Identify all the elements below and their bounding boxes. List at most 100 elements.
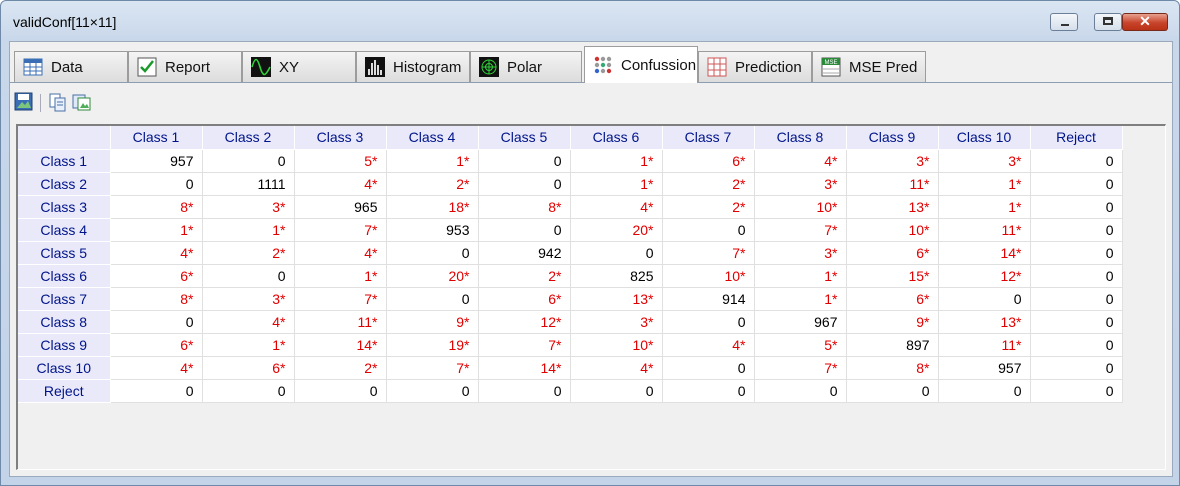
matrix-cell[interactable]: 1111 — [202, 172, 295, 196]
row-header[interactable]: Class 8 — [18, 310, 111, 334]
row-header[interactable]: Class 3 — [18, 195, 111, 219]
matrix-cell[interactable]: 8* — [110, 287, 203, 311]
matrix-cell[interactable]: 0 — [846, 379, 939, 403]
matrix-cell[interactable]: 6* — [110, 333, 203, 357]
matrix-cell[interactable]: 0 — [938, 287, 1031, 311]
row-header[interactable]: Class 10 — [18, 356, 111, 380]
column-header[interactable]: Reject — [1030, 126, 1123, 150]
column-header[interactable]: Class 1 — [110, 126, 203, 150]
matrix-cell[interactable]: 12* — [478, 310, 571, 334]
close-button[interactable]: ✕ — [1122, 13, 1168, 31]
matrix-cell[interactable]: 15* — [846, 264, 939, 288]
matrix-cell[interactable]: 8* — [110, 195, 203, 219]
matrix-cell[interactable]: 0 — [478, 218, 571, 242]
column-header[interactable]: Class 7 — [662, 126, 755, 150]
matrix-cell[interactable]: 10* — [662, 264, 755, 288]
matrix-cell[interactable]: 11* — [938, 333, 1031, 357]
matrix-cell[interactable]: 0 — [110, 310, 203, 334]
matrix-cell[interactable]: 957 — [938, 356, 1031, 380]
matrix-cell[interactable]: 0 — [662, 310, 755, 334]
maximize-button[interactable] — [1094, 13, 1122, 31]
row-header[interactable]: Class 5 — [18, 241, 111, 265]
matrix-cell[interactable]: 2* — [294, 356, 387, 380]
tab-confussion[interactable]: Confussion — [584, 46, 698, 83]
matrix-cell[interactable]: 0 — [1030, 172, 1123, 196]
matrix-cell[interactable]: 11* — [294, 310, 387, 334]
matrix-cell[interactable]: 4* — [294, 241, 387, 265]
matrix-cell[interactable]: 13* — [846, 195, 939, 219]
matrix-cell[interactable]: 0 — [386, 241, 479, 265]
matrix-cell[interactable]: 12* — [938, 264, 1031, 288]
matrix-cell[interactable]: 0 — [662, 379, 755, 403]
matrix-cell[interactable]: 3* — [938, 149, 1031, 173]
matrix-cell[interactable]: 953 — [386, 218, 479, 242]
matrix-cell[interactable]: 0 — [754, 379, 847, 403]
row-header[interactable]: Class 2 — [18, 172, 111, 196]
matrix-cell[interactable]: 4* — [754, 149, 847, 173]
column-header[interactable]: Class 9 — [846, 126, 939, 150]
matrix-cell[interactable]: 0 — [110, 379, 203, 403]
matrix-cell[interactable]: 3* — [570, 310, 663, 334]
matrix-cell[interactable]: 8* — [478, 195, 571, 219]
matrix-cell[interactable]: 3* — [754, 172, 847, 196]
matrix-cell[interactable]: 7* — [478, 333, 571, 357]
matrix-cell[interactable]: 967 — [754, 310, 847, 334]
matrix-cell[interactable]: 1* — [202, 333, 295, 357]
matrix-cell[interactable]: 20* — [386, 264, 479, 288]
matrix-cell[interactable]: 0 — [1030, 195, 1123, 219]
matrix-cell[interactable]: 897 — [846, 333, 939, 357]
matrix-cell[interactable]: 3* — [754, 241, 847, 265]
matrix-cell[interactable]: 1* — [294, 264, 387, 288]
matrix-cell[interactable]: 965 — [294, 195, 387, 219]
matrix-cell[interactable]: 0 — [110, 172, 203, 196]
tab-polar[interactable]: Polar — [470, 51, 582, 82]
matrix-cell[interactable]: 1* — [754, 264, 847, 288]
matrix-cell[interactable]: 4* — [570, 356, 663, 380]
column-header[interactable]: Class 6 — [570, 126, 663, 150]
matrix-cell[interactable]: 11* — [846, 172, 939, 196]
matrix-cell[interactable]: 0 — [1030, 379, 1123, 403]
row-header[interactable]: Class 7 — [18, 287, 111, 311]
matrix-cell[interactable]: 20* — [570, 218, 663, 242]
matrix-cell[interactable]: 1* — [570, 172, 663, 196]
matrix-cell[interactable]: 0 — [570, 379, 663, 403]
matrix-cell[interactable]: 2* — [662, 195, 755, 219]
matrix-cell[interactable]: 0 — [1030, 241, 1123, 265]
column-header[interactable]: Class 4 — [386, 126, 479, 150]
matrix-cell[interactable]: 0 — [202, 379, 295, 403]
tab-xy[interactable]: XY — [242, 51, 356, 82]
matrix-cell[interactable]: 10* — [754, 195, 847, 219]
matrix-cell[interactable]: 0 — [1030, 149, 1123, 173]
matrix-cell[interactable]: 2* — [662, 172, 755, 196]
matrix-cell[interactable]: 0 — [294, 379, 387, 403]
matrix-cell[interactable]: 14* — [478, 356, 571, 380]
confusion-matrix-grid[interactable]: Class 1 Class 2 Class 3 Class 4 Class 5 Class… — [16, 124, 1166, 470]
column-header[interactable]: Class 5 — [478, 126, 571, 150]
matrix-cell[interactable]: 2* — [478, 264, 571, 288]
matrix-cell[interactable]: 0 — [1030, 218, 1123, 242]
matrix-cell[interactable]: 6* — [478, 287, 571, 311]
row-header[interactable]: Reject — [18, 379, 111, 403]
matrix-cell[interactable]: 0 — [202, 264, 295, 288]
matrix-cell[interactable]: 0 — [1030, 264, 1123, 288]
tab-data[interactable]: Data — [14, 51, 128, 82]
matrix-cell[interactable]: 19* — [386, 333, 479, 357]
matrix-cell[interactable]: 2* — [386, 172, 479, 196]
matrix-cell[interactable]: 7* — [662, 241, 755, 265]
matrix-cell[interactable]: 4* — [110, 356, 203, 380]
matrix-cell[interactable]: 1* — [938, 172, 1031, 196]
matrix-cell[interactable]: 1* — [938, 195, 1031, 219]
matrix-cell[interactable]: 18* — [386, 195, 479, 219]
matrix-cell[interactable]: 10* — [570, 333, 663, 357]
matrix-cell[interactable]: 8* — [846, 356, 939, 380]
save-image-button[interactable] — [14, 92, 34, 112]
title-bar[interactable]: validConf[11×11] ✕ — [1, 1, 1179, 41]
matrix-cell[interactable]: 0 — [386, 379, 479, 403]
tab-mse-pred[interactable]: MSE MSE Pred — [812, 51, 926, 82]
matrix-cell[interactable]: 7* — [754, 356, 847, 380]
matrix-cell[interactable]: 0 — [478, 149, 571, 173]
matrix-cell[interactable]: 0 — [938, 379, 1031, 403]
column-header[interactable]: Class 2 — [202, 126, 295, 150]
matrix-cell[interactable]: 1* — [202, 218, 295, 242]
matrix-cell[interactable]: 4* — [570, 195, 663, 219]
